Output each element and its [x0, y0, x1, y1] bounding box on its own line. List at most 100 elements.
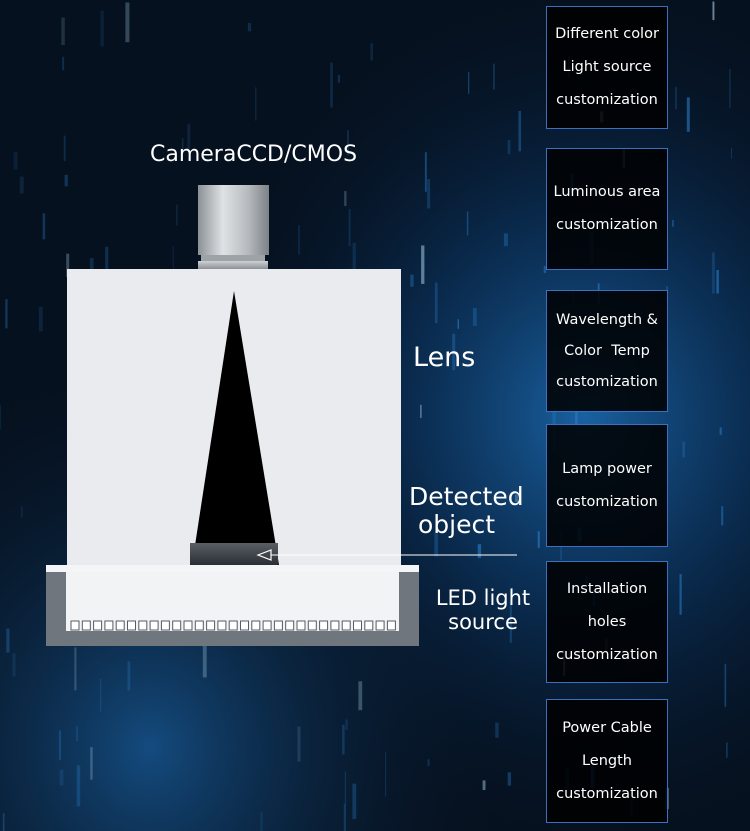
data-streak	[344, 771, 346, 804]
data-streak	[74, 647, 77, 691]
feature-line: Luminous area	[553, 184, 661, 200]
data-streak	[712, 1, 715, 21]
led-chip	[364, 620, 374, 631]
led-chip	[206, 620, 216, 631]
led-chip	[341, 620, 351, 631]
data-streak	[672, 219, 674, 227]
led-chip	[138, 620, 148, 631]
led-chip	[251, 620, 261, 631]
led-chip	[330, 620, 340, 631]
data-streak	[352, 783, 357, 819]
led-chip	[172, 620, 182, 631]
data-streak	[260, 812, 263, 831]
data-streak	[100, 10, 104, 47]
data-streak	[100, 678, 102, 712]
data-streak	[731, 147, 732, 159]
feature-line: Lamp power	[562, 460, 652, 477]
data-streak	[682, 441, 685, 458]
data-streak	[477, 544, 482, 558]
data-streak	[19, 176, 24, 194]
led-chip	[81, 620, 91, 631]
led-chip	[93, 620, 103, 631]
feature-line: Length	[581, 752, 632, 769]
data-streak	[58, 730, 62, 760]
data-streak	[59, 769, 64, 786]
led-chip	[273, 620, 283, 631]
data-streak	[518, 111, 521, 152]
feature-line: customization	[556, 373, 658, 390]
data-streak	[472, 308, 477, 326]
led-chip	[194, 620, 204, 631]
data-streak	[457, 319, 459, 329]
data-streak	[679, 574, 682, 615]
feature-line: Different color	[555, 26, 659, 42]
feature-line: customization	[556, 785, 658, 802]
led-chip	[104, 620, 114, 631]
data-streak	[38, 306, 43, 332]
data-streak	[255, 87, 257, 121]
data-streak	[12, 653, 16, 677]
data-streak	[337, 74, 340, 83]
led-label-line1: LED light	[435, 586, 531, 610]
data-streak	[537, 531, 540, 548]
feature-card-lamp-power: Lamp power customization	[546, 424, 668, 547]
led-chip	[149, 620, 159, 631]
data-streak	[729, 68, 731, 108]
data-streak	[90, 747, 93, 780]
led-top-plate	[46, 565, 419, 572]
data-streak	[507, 140, 511, 155]
data-streak	[342, 724, 345, 755]
data-streak	[427, 759, 430, 766]
data-streak	[125, 2, 130, 43]
feature-line: customization	[556, 217, 658, 233]
data-streak	[434, 282, 438, 324]
data-streak	[421, 245, 425, 284]
data-streak	[61, 17, 65, 45]
data-streak	[297, 726, 301, 762]
detected-object	[190, 543, 278, 565]
data-streak	[503, 233, 508, 247]
data-streak	[427, 179, 431, 209]
data-streak	[75, 726, 78, 741]
data-streak	[686, 97, 690, 132]
led-chip	[127, 620, 136, 631]
data-streak	[6, 628, 10, 653]
camera-mount-ring	[201, 255, 265, 261]
data-streak	[348, 208, 351, 247]
data-streak	[424, 152, 427, 192]
feature-card-wavelength: Wavelength & Color Temp customization	[546, 290, 668, 412]
data-streak	[724, 663, 727, 707]
led-chip	[240, 620, 249, 631]
feature-card-color: Different color Light source customizati…	[546, 6, 668, 129]
data-streak	[719, 427, 722, 435]
data-streak	[76, 765, 81, 807]
data-streak	[247, 22, 252, 32]
data-streak	[0, 404, 2, 430]
data-streak	[482, 780, 486, 790]
data-streak	[721, 506, 724, 526]
data-streak	[507, 772, 511, 786]
data-streak	[726, 742, 728, 758]
feature-card-installation-holes: Installation holes customization	[546, 561, 668, 683]
led-chip	[285, 620, 295, 631]
led-label-line2: source	[448, 610, 518, 635]
feature-line: Power Cable	[562, 719, 652, 736]
led-chip-row	[70, 620, 396, 631]
detected-label-line2: object	[418, 509, 496, 539]
data-streak	[20, 506, 23, 518]
led-chip	[353, 620, 362, 631]
data-streak	[385, 751, 387, 797]
camera-mount-ring-lower	[198, 261, 268, 269]
feature-line: Color Temp	[564, 342, 650, 359]
led-chip	[386, 620, 396, 631]
data-streak	[330, 62, 333, 108]
data-streak	[711, 252, 715, 294]
data-streak	[13, 151, 18, 170]
feature-line: holes	[587, 613, 627, 630]
led-chip	[228, 620, 238, 631]
data-streak	[343, 803, 346, 831]
camera-label: CameraCCD/CMOS	[150, 142, 358, 167]
data-streak	[127, 661, 131, 691]
data-streak	[410, 274, 414, 287]
feature-line: Installation	[566, 580, 648, 597]
